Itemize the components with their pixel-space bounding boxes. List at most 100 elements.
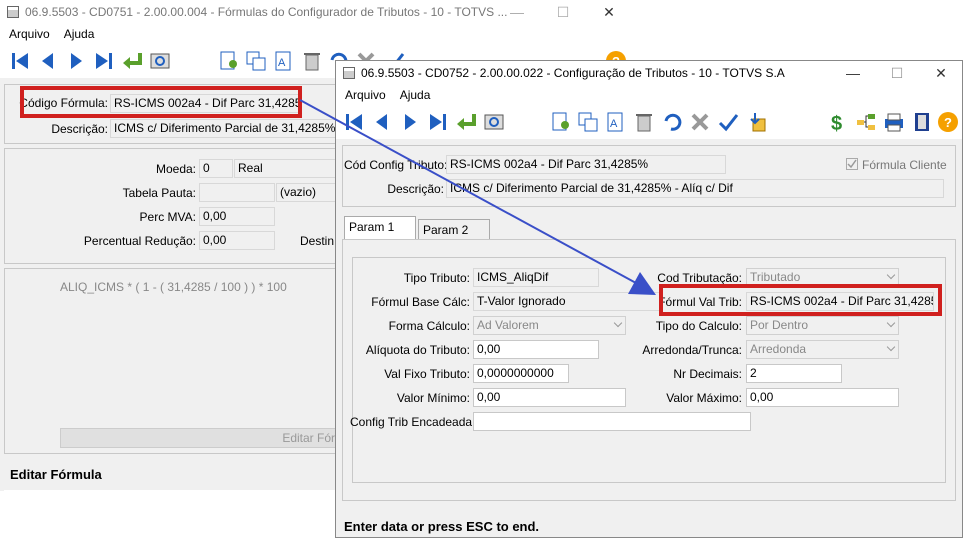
tab-param-1[interactable]: Param 1 bbox=[344, 216, 416, 240]
first-record-icon[interactable] bbox=[342, 110, 366, 134]
formula-cliente-checkbox[interactable] bbox=[846, 158, 858, 170]
moeda-name-field: Real bbox=[234, 159, 340, 178]
maximize-icon[interactable]: ☐ bbox=[540, 0, 586, 24]
editar-formula-button[interactable]: Editar Fór bbox=[60, 428, 340, 448]
copy-record-icon[interactable] bbox=[576, 110, 600, 134]
close-icon[interactable]: ✕ bbox=[918, 61, 963, 85]
perc-mva-label: Perc MVA: bbox=[139, 210, 196, 224]
cod-config-field[interactable]: RS-ICMS 002a4 - Dif Parc 31,4285% bbox=[446, 155, 726, 174]
forma-calculo-label: Forma Cálculo: bbox=[388, 319, 470, 333]
formula-editor[interactable]: ALIQ_ICMS * ( 1 - ( 31,4285 / 100 ) ) * … bbox=[60, 280, 340, 420]
svg-text:A: A bbox=[610, 118, 618, 130]
undo-icon[interactable] bbox=[660, 110, 684, 134]
exit-icon[interactable] bbox=[910, 110, 934, 134]
valor-maximo-label: Valor Máximo: bbox=[666, 391, 742, 405]
window1-title: 06.9.5503 - CD0751 - 2.00.00.004 - Fórmu… bbox=[25, 5, 508, 19]
tabela-pauta-label: Tabela Pauta: bbox=[122, 186, 196, 200]
tipo-tributo-label: Tipo Tributo: bbox=[403, 271, 470, 285]
next-record-icon[interactable] bbox=[64, 49, 88, 73]
window1-menubar: Arquivo Ajuda bbox=[0, 24, 620, 44]
last-record-icon[interactable] bbox=[92, 49, 116, 73]
window2-toolbar: A $ ? bbox=[336, 105, 962, 139]
config-trib-encadeada-field[interactable] bbox=[473, 412, 751, 431]
maximize-icon[interactable]: ☐ bbox=[874, 61, 920, 85]
moeda-code-field[interactable]: 0 bbox=[199, 159, 233, 178]
menu-arquivo[interactable]: Arquivo bbox=[345, 88, 386, 102]
codigo-formula-highlight bbox=[20, 86, 302, 118]
copy-record-icon[interactable] bbox=[244, 49, 268, 73]
cancel-icon[interactable] bbox=[688, 110, 712, 134]
svg-text:A: A bbox=[278, 57, 286, 69]
previous-record-icon[interactable] bbox=[370, 110, 394, 134]
nr-decimais-label: Nr Decimais: bbox=[673, 367, 742, 381]
minimize-icon[interactable]: — bbox=[830, 61, 876, 85]
tree-icon[interactable] bbox=[854, 110, 878, 134]
descricao-field[interactable]: ICMS c/ Diferimento Parcial de 31,4285% … bbox=[446, 179, 944, 198]
goto-icon[interactable] bbox=[454, 110, 478, 134]
close-icon[interactable]: ✕ bbox=[586, 0, 632, 24]
percentual-reducao-label: Percentual Redução: bbox=[83, 234, 196, 248]
help-icon[interactable]: ? bbox=[936, 110, 960, 134]
delete-record-icon[interactable] bbox=[300, 49, 324, 73]
tab-param-2[interactable]: Param 2 bbox=[418, 219, 490, 240]
next-record-icon[interactable] bbox=[398, 110, 422, 134]
print-icon[interactable] bbox=[882, 110, 906, 134]
edit-record-icon[interactable]: A bbox=[604, 110, 628, 134]
formula-cliente-label: Fórmula Cliente bbox=[862, 158, 947, 172]
app-icon bbox=[7, 6, 19, 18]
forma-calculo-select[interactable]: Ad Valorem bbox=[473, 316, 626, 335]
previous-record-icon[interactable] bbox=[36, 49, 60, 73]
val-fixo-label: Val Fixo Tributo: bbox=[384, 367, 470, 381]
svg-text:?: ? bbox=[944, 115, 952, 130]
valor-minimo-field[interactable]: 0,00 bbox=[473, 388, 626, 407]
left-edge-strip bbox=[0, 455, 4, 491]
delete-record-icon[interactable] bbox=[632, 110, 656, 134]
goto-icon[interactable] bbox=[120, 49, 144, 73]
svg-text:$: $ bbox=[831, 113, 842, 133]
descricao-field[interactable]: ICMS c/ Diferimento Parcial de 31,4285% … bbox=[110, 119, 340, 138]
menu-ajuda[interactable]: Ajuda bbox=[400, 88, 431, 102]
descricao-label: Descrição: bbox=[51, 122, 108, 136]
add-record-icon[interactable] bbox=[548, 110, 572, 134]
tipo-calculo-label: Tipo do Calculo: bbox=[655, 319, 742, 333]
val-fixo-field[interactable]: 0,0000000000 bbox=[473, 364, 569, 383]
cod-config-label: Cód Config Tributo: bbox=[344, 158, 448, 172]
tabela-pauta-desc: (vazio) bbox=[276, 183, 340, 202]
destino-label: Destin bbox=[300, 234, 335, 248]
search-icon[interactable] bbox=[482, 110, 506, 134]
formul-base-calc-label: Fórmul Base Cálc: bbox=[371, 295, 470, 309]
menu-ajuda[interactable]: Ajuda bbox=[64, 27, 95, 41]
valor-minimo-label: Valor Mínimo: bbox=[396, 391, 470, 405]
confirm-icon[interactable] bbox=[716, 110, 740, 134]
window2-menubar: Arquivo Ajuda bbox=[336, 85, 962, 105]
menu-arquivo[interactable]: Arquivo bbox=[9, 27, 50, 41]
edit-record-icon[interactable]: A bbox=[272, 49, 296, 73]
configuracao-window: 06.9.5503 - CD0752 - 2.00.00.022 - Confi… bbox=[335, 60, 963, 538]
arredonda-label: Arredonda/Trunca: bbox=[642, 343, 742, 357]
nr-decimais-field[interactable]: 2 bbox=[746, 364, 842, 383]
tabela-pauta-field[interactable] bbox=[199, 183, 275, 202]
app-icon bbox=[343, 67, 355, 79]
valor-maximo-field[interactable]: 0,00 bbox=[746, 388, 899, 407]
tipo-calculo-select[interactable]: Por Dentro bbox=[746, 316, 899, 335]
last-record-icon[interactable] bbox=[426, 110, 450, 134]
dollar-icon[interactable]: $ bbox=[826, 110, 850, 134]
add-record-icon[interactable] bbox=[216, 49, 240, 73]
arredonda-select[interactable]: Arredonda bbox=[746, 340, 899, 359]
perc-mva-field[interactable]: 0,00 bbox=[199, 207, 275, 226]
cod-tributacao-label: Cod Tributação: bbox=[657, 271, 742, 285]
window2-title: 06.9.5503 - CD0752 - 2.00.00.022 - Confi… bbox=[361, 66, 785, 80]
window1-status: Editar Fórmula bbox=[10, 467, 102, 482]
config-trib-encadeada-label: Config Trib Encadeada: bbox=[350, 415, 476, 429]
percentual-reducao-field[interactable]: 0,00 bbox=[199, 231, 275, 250]
import-icon[interactable] bbox=[744, 110, 768, 134]
first-record-icon[interactable] bbox=[8, 49, 32, 73]
minimize-icon[interactable]: — bbox=[494, 0, 540, 24]
tipo-tributo-field[interactable]: ICMS_AliqDif bbox=[473, 268, 599, 287]
descricao-label: Descrição: bbox=[387, 182, 444, 196]
moeda-label: Moeda: bbox=[155, 162, 196, 176]
aliquota-field[interactable]: 0,00 bbox=[473, 340, 599, 359]
aliquota-label: Alíquota do Tributo: bbox=[365, 343, 470, 357]
search-icon[interactable] bbox=[148, 49, 172, 73]
formul-val-trib-highlight bbox=[659, 284, 942, 316]
